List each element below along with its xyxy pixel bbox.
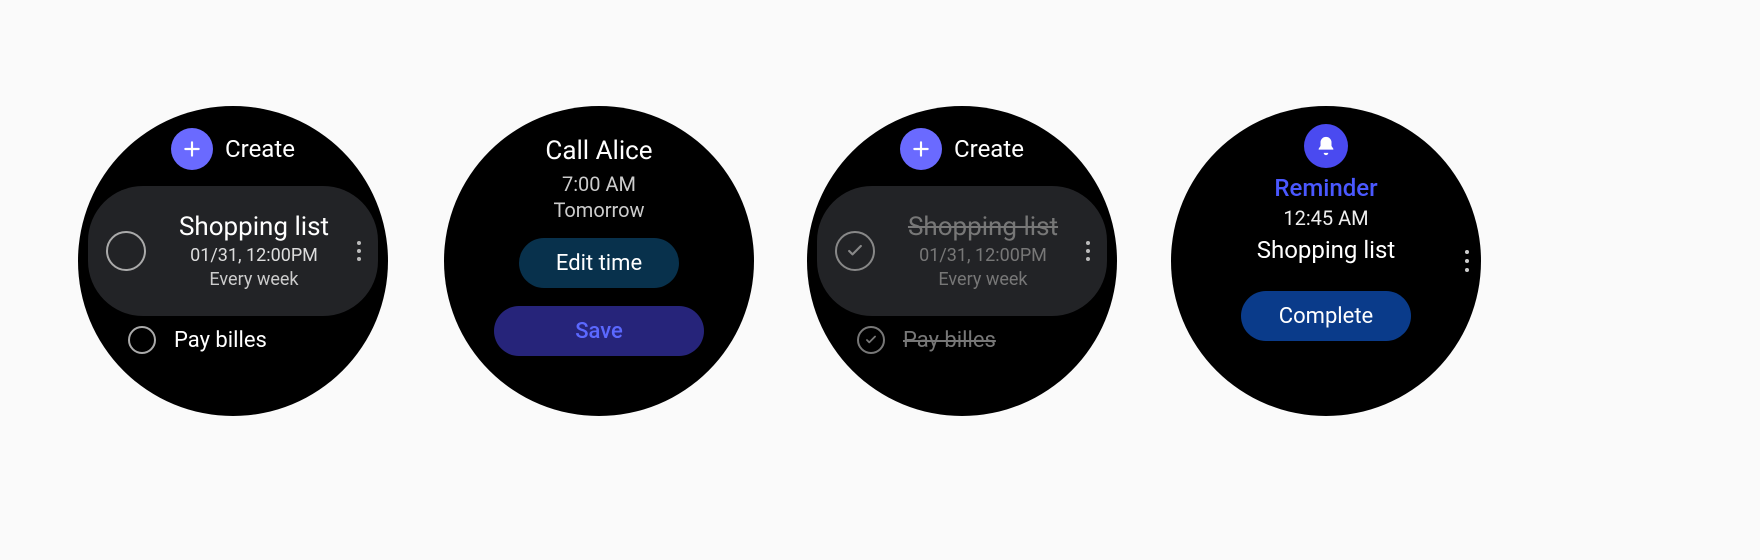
create-button[interactable]: Create (807, 128, 1117, 170)
reminder-datetime: 01/31, 12:00PM (190, 245, 318, 267)
more-icon[interactable] (350, 241, 368, 261)
create-button[interactable]: Create (78, 128, 388, 170)
notification-time: 12:45 AM (1171, 206, 1481, 230)
reminder-title: Shopping list (908, 212, 1058, 243)
reminder-title: Shopping list (179, 212, 329, 243)
radio-checked-icon[interactable] (857, 326, 885, 354)
reminder-row-label: Pay billes (174, 328, 267, 353)
more-icon[interactable] (1465, 250, 1469, 272)
watch-face-list: Create Shopping list 01/31, 12:00PM Ever… (78, 106, 388, 416)
watch-face-list-completed: Create Shopping list 01/31, 12:00PM Ever… (807, 106, 1117, 416)
watch-face-notification: Reminder 12:45 AM Shopping list Complete (1171, 106, 1481, 416)
reminder-recurrence: Every week (209, 269, 298, 291)
reminder-title: Call Alice (444, 136, 754, 166)
watch-face-edit: Call Alice 7:00 AM Tomorrow Edit time Sa… (444, 106, 754, 416)
plus-icon (171, 128, 213, 170)
reminder-day: Tomorrow (444, 198, 754, 222)
radio-unchecked-icon[interactable] (106, 231, 146, 271)
bell-icon (1304, 124, 1348, 168)
reminder-recurrence: Every week (938, 269, 1027, 291)
create-label: Create (954, 135, 1024, 163)
reminder-row[interactable]: Pay billes (807, 326, 1117, 354)
create-label: Create (225, 135, 295, 163)
radio-unchecked-icon[interactable] (128, 326, 156, 354)
complete-button[interactable]: Complete (1241, 291, 1411, 341)
more-icon[interactable] (1079, 241, 1097, 261)
reminder-row-label: Pay billes (903, 328, 996, 353)
radio-checked-icon[interactable] (835, 231, 875, 271)
reminder-datetime: 01/31, 12:00PM (919, 245, 1047, 267)
edit-time-button[interactable]: Edit time (519, 238, 679, 288)
app-name: Reminder (1171, 174, 1481, 202)
reminder-card[interactable]: Shopping list 01/31, 12:00PM Every week (817, 186, 1107, 316)
notification-title: Shopping list (1171, 236, 1481, 264)
reminder-time: 7:00 AM (444, 172, 754, 196)
reminder-card[interactable]: Shopping list 01/31, 12:00PM Every week (88, 186, 378, 316)
reminder-row[interactable]: Pay billes (78, 326, 388, 354)
save-button[interactable]: Save (494, 306, 704, 356)
plus-icon (900, 128, 942, 170)
